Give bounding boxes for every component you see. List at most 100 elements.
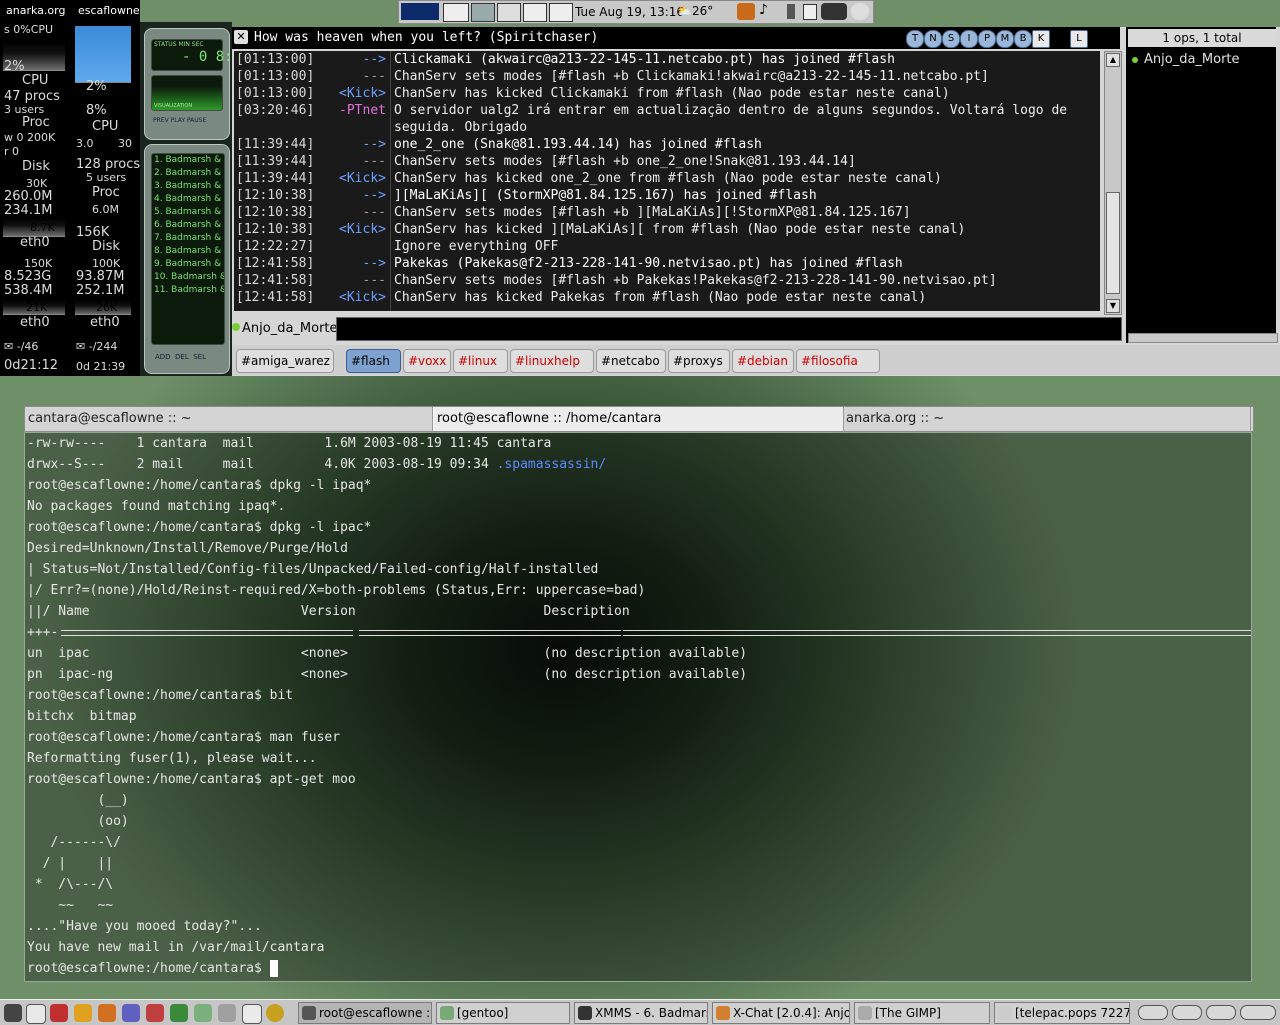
tab-linux[interactable]: #linux xyxy=(453,349,508,373)
close-tab-icon[interactable]: ✕ xyxy=(234,30,248,44)
taskbar-task[interactable]: [telepac.pops 7227/7 xyxy=(994,1002,1130,1024)
system-monitor: anarka.org s 0%CPU 2% CPU 47 procs 3 use… xyxy=(0,0,140,376)
taskbar-task[interactable]: X-Chat [2.0.4]: Anjo xyxy=(712,1002,850,1024)
terminal-launcher-icon[interactable] xyxy=(443,3,469,22)
playlist-item[interactable]: 6. Badmarsh & S xyxy=(152,219,224,232)
message-input[interactable] xyxy=(336,317,1122,341)
terminal-line: root@escaflowne:/home/cantara$ bit xyxy=(27,688,294,703)
scroll-thumb[interactable] xyxy=(1106,192,1120,294)
play-tray-icon[interactable] xyxy=(803,4,817,20)
tools-launcher-icon[interactable] xyxy=(74,1004,92,1022)
terminal-tab[interactable]: root@escaflowne :: /home/cantara xyxy=(433,407,844,431)
timestamp: [11:39:44] xyxy=(236,154,315,169)
shell-launcher-icon[interactable] xyxy=(98,1004,116,1022)
load-applet-icon[interactable] xyxy=(401,3,439,20)
cpu-percent: 2% xyxy=(86,80,107,94)
mode-i-button[interactable]: I xyxy=(960,30,978,48)
mode-p-button[interactable]: P xyxy=(978,30,996,48)
playlist-item[interactable]: 9. Badmarsh & S xyxy=(152,258,224,271)
workspace-3-button[interactable] xyxy=(1206,1005,1236,1020)
volume-icon[interactable] xyxy=(787,4,795,19)
playlist-item[interactable]: 11. Badmarsh & S xyxy=(152,284,224,297)
workspace-1-button[interactable] xyxy=(1138,1005,1168,1020)
device-tray-icon[interactable] xyxy=(821,3,847,20)
mode-t-button[interactable]: T xyxy=(906,30,924,48)
chat-scrollbar[interactable]: ▲ ▼ xyxy=(1104,51,1122,315)
cpu-graph xyxy=(75,26,131,83)
taskbar-task[interactable]: root@escaflowne :: xyxy=(298,1002,432,1024)
tab-debian[interactable]: #debian xyxy=(732,349,794,373)
sel-button[interactable]: SEL xyxy=(193,353,206,361)
tab-voxx[interactable]: #voxx xyxy=(403,349,451,373)
workspace-4-button[interactable] xyxy=(1240,1005,1276,1020)
app-launcher-icon[interactable] xyxy=(50,1004,68,1022)
chat-log[interactable]: [01:13:00] --> Clickamaki (akwairc@a213-22… xyxy=(234,51,1100,311)
weather-temp[interactable]: ⛅26° xyxy=(677,4,713,18)
music-note-icon[interactable]: ♪ xyxy=(759,2,768,18)
lock-icon[interactable] xyxy=(26,1004,46,1024)
globe-launcher-icon[interactable] xyxy=(471,3,495,22)
mail-launcher-icon[interactable] xyxy=(242,1004,262,1024)
terminal-window: cantara@escaflowne :: ~ root@escaflowne :… xyxy=(24,406,1254,982)
mode-k-button[interactable]: K xyxy=(1032,30,1050,48)
user-list-item[interactable]: Anjo_da_Morte xyxy=(1130,51,1272,69)
playlist-item[interactable]: 10. Badmarsh & S xyxy=(152,271,224,284)
scroll-up-icon[interactable]: ▲ xyxy=(1106,53,1120,67)
window-launcher-icon[interactable] xyxy=(523,3,547,22)
mode-s-button[interactable]: S xyxy=(942,30,960,48)
add-button[interactable]: ADD xyxy=(155,353,171,361)
monitor-escaflowne: escaflowne 2% 8% CPU 3.0 30 128 procs 5 … xyxy=(72,0,140,376)
tab-filosofia[interactable]: #filosofia xyxy=(796,349,880,373)
playlist-item[interactable]: 3. Badmarsh & S xyxy=(152,180,224,193)
channel-topic[interactable]: How was heaven when you left? (Spiritcha… xyxy=(254,30,598,45)
playlist-item[interactable]: 5. Badmarsh & S xyxy=(152,206,224,219)
terminal-output[interactable]: -rw-rw---- 1 cantara mail 1.6M 2003-08-1… xyxy=(24,432,1252,982)
play-button[interactable]: PLAY xyxy=(171,117,185,124)
tab-netcabo[interactable]: #netcabo xyxy=(596,349,666,373)
editor-launcher-icon[interactable] xyxy=(194,1004,212,1022)
del-button[interactable]: DEL xyxy=(175,353,189,361)
mode-b-button[interactable]: B xyxy=(1014,30,1032,48)
mode-n-button[interactable]: N xyxy=(924,30,942,48)
menu-icon[interactable] xyxy=(4,1004,22,1022)
workspace-2-button[interactable] xyxy=(1172,1005,1202,1020)
tab-proxys[interactable]: #proxys xyxy=(668,349,730,373)
cpu-percent: s 0%CPU xyxy=(4,24,54,36)
playlist-item[interactable]: 1. Badmarsh & S xyxy=(152,154,224,167)
taskbar-task[interactable]: [gentoo] xyxy=(436,1002,570,1024)
taskbar-task[interactable]: [The GIMP] xyxy=(854,1002,990,1024)
taskbar-task[interactable]: XMMS - 6. Badmarsh xyxy=(574,1002,708,1024)
app-tray-icon[interactable] xyxy=(737,3,755,20)
nick-button[interactable]: Anjo_da_Morte xyxy=(242,321,338,336)
playlist-item[interactable]: 8. Badmarsh & S xyxy=(152,245,224,258)
clock[interactable]: Tue Aug 19, 13:16 xyxy=(575,5,684,19)
terminal-line: +++- xyxy=(27,625,59,640)
gnome-foot-icon[interactable] xyxy=(851,3,869,20)
xmms-main-panel[interactable]: STATUS MIN SEC - 0 8:5 VISUALIZATION PRE… xyxy=(144,28,241,140)
playlist-item[interactable]: 7. Badmarsh & S xyxy=(152,232,224,245)
task-app-icon xyxy=(302,1006,316,1020)
chat-message: seguida. Obrigado xyxy=(394,120,528,135)
tab-flash[interactable]: #flash xyxy=(346,349,401,373)
user-list-scrollbar[interactable] xyxy=(1128,333,1278,343)
playlist-item[interactable]: 2. Badmarsh & S xyxy=(152,167,224,180)
star-launcher-icon[interactable] xyxy=(170,1004,188,1022)
settings-launcher-icon[interactable] xyxy=(266,1004,284,1022)
mode-l-button[interactable]: L xyxy=(1070,30,1088,48)
disk-launcher-icon[interactable] xyxy=(218,1004,236,1022)
disk-size: 6.0M xyxy=(92,204,119,216)
mozilla-launcher-icon[interactable] xyxy=(146,1004,164,1022)
prev-button[interactable]: PREV xyxy=(153,117,169,124)
terminal-line: Desired=Unknown/Install/Remove/Purge/Hol… xyxy=(27,541,348,556)
gimp-launcher-icon[interactable] xyxy=(122,1004,140,1022)
tab-linuxhelp[interactable]: #linuxhelp xyxy=(510,349,594,373)
mail-launcher-icon[interactable] xyxy=(497,3,521,22)
playlist-item[interactable]: 4. Badmarsh & S xyxy=(152,193,224,206)
window-launcher-icon-2[interactable] xyxy=(549,3,573,22)
scroll-down-icon[interactable]: ▼ xyxy=(1106,299,1120,313)
terminal-tab[interactable]: cantara@escaflowne :: ~ xyxy=(25,407,433,431)
mode-m-button[interactable]: M xyxy=(996,30,1014,48)
tab-amigawarez[interactable]: #amiga_warez xyxy=(236,349,334,373)
pause-button[interactable]: PAUSE xyxy=(187,117,206,124)
terminal-tab[interactable]: anarka.org :: ~ xyxy=(843,407,1251,431)
